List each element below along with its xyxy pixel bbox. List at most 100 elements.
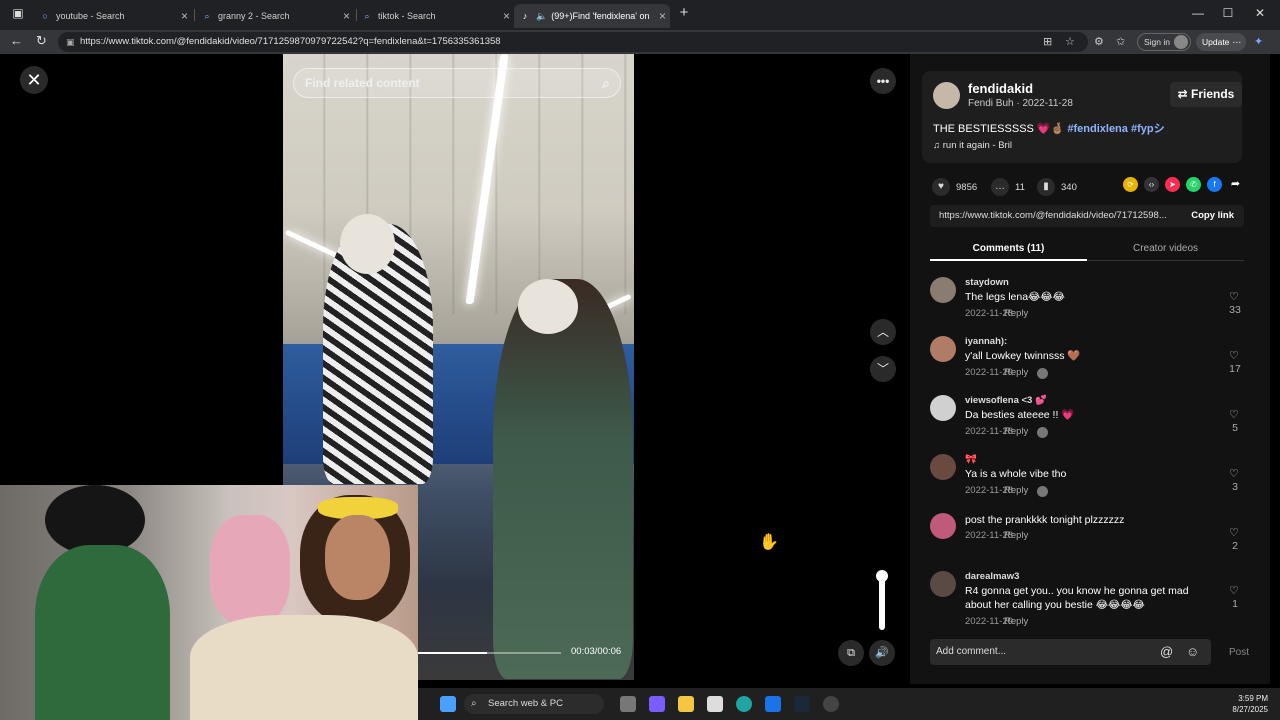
comment-like-icon[interactable]: ♡ [1229, 408, 1239, 421]
reply-button[interactable]: Reply [1004, 367, 1028, 378]
favorite-star-icon[interactable]: ☆ [1065, 35, 1075, 48]
update-button[interactable]: Update ⋯ [1196, 33, 1246, 51]
minimize-icon[interactable]: — [1188, 6, 1208, 20]
floating-player-button[interactable]: ⧉ [838, 640, 864, 666]
volume-button[interactable]: 🔊 [869, 640, 895, 666]
commenter-avatar[interactable] [930, 513, 956, 539]
comment-item: 🎀 Ya is a whole vibe tho 2022-11-28 Reply ♡ 3 [930, 454, 1250, 512]
share-link-url: https://www.tiktok.com/@fendidakid/video… [939, 210, 1167, 221]
tab-actions-icon[interactable]: ▣ [8, 6, 28, 20]
post-comment-button[interactable]: Post [1229, 647, 1249, 658]
previous-video-button[interactable]: ︿ [870, 319, 896, 345]
commenter-username[interactable]: darealmaw3 [965, 571, 1019, 582]
commenter-username[interactable]: iyannah): [965, 336, 1007, 347]
favorites-icon[interactable]: ✩ [1116, 35, 1125, 48]
commenter-username[interactable]: 🎀 [965, 454, 977, 465]
emoji-icon[interactable]: ☺ [1186, 639, 1199, 665]
webcam-blanket [190, 615, 418, 720]
commenter-username[interactable]: staydown [965, 277, 1009, 288]
save-stat[interactable]: ▮ 340 [1037, 178, 1077, 196]
video-progress-bar[interactable] [413, 652, 561, 654]
repost-icon[interactable]: ⟳ [1123, 177, 1138, 192]
sign-in-button[interactable]: Sign in [1137, 33, 1191, 51]
facebook-icon[interactable]: f [1207, 177, 1222, 192]
close-tab-icon[interactable]: × [659, 9, 666, 23]
file-explorer-icon[interactable] [678, 696, 694, 712]
outlook-icon[interactable] [765, 696, 781, 712]
comment-like-icon[interactable]: ♡ [1229, 349, 1239, 362]
friends-button[interactable]: ⇄ Friends [1170, 82, 1242, 107]
find-related-search[interactable]: Find related content ⌕ [293, 68, 621, 98]
edge-icon[interactable] [736, 696, 752, 712]
close-tab-icon[interactable]: × [503, 9, 510, 23]
volume-slider-knob[interactable] [876, 570, 888, 582]
close-video-button[interactable]: ✕ [20, 66, 48, 94]
next-video-button[interactable]: ﹀ [870, 356, 896, 382]
music-info[interactable]: ♫ run it again - Bril [933, 140, 1012, 151]
author-username[interactable]: fendidakid [968, 81, 1033, 96]
reply-button[interactable]: Reply [1004, 308, 1028, 319]
mention-icon[interactable]: @ [1160, 639, 1173, 665]
commenter-avatar[interactable] [930, 571, 956, 597]
embed-icon[interactable]: ‹› [1144, 177, 1159, 192]
copilot-icon[interactable]: ✦ [1254, 35, 1263, 48]
close-tab-icon[interactable]: × [181, 9, 188, 23]
profile-avatar-icon [1174, 35, 1188, 49]
share-link-box[interactable]: https://www.tiktok.com/@fendidakid/video… [930, 205, 1244, 227]
app-available-icon[interactable]: ⊞ [1043, 35, 1052, 48]
close-window-icon[interactable]: ✕ [1250, 6, 1270, 20]
maximize-icon[interactable]: ☐ [1218, 6, 1238, 20]
comment-like-icon[interactable]: ♡ [1229, 526, 1239, 539]
whatsapp-icon[interactable]: ✆ [1186, 177, 1201, 192]
tab-creator-videos[interactable]: Creator videos [1087, 243, 1244, 254]
reload-icon[interactable]: ↻ [36, 33, 47, 49]
new-tab-button[interactable]: + [674, 4, 694, 21]
browser-tab-youtube[interactable]: ○ youtube - Search × [34, 4, 192, 28]
search-icon[interactable]: ⌕ [602, 69, 610, 97]
tab-comments[interactable]: Comments (11) [930, 243, 1087, 254]
commenter-avatar[interactable] [930, 336, 956, 362]
comment-like-icon[interactable]: ♡ [1229, 290, 1239, 303]
comment-text: Da besties ateeee !! 💗 [965, 409, 1075, 421]
start-icon[interactable] [440, 696, 456, 712]
steam-icon[interactable] [794, 696, 810, 712]
copy-link-button[interactable]: Copy link [1191, 205, 1234, 227]
copilot-taskbar-icon[interactable] [649, 696, 665, 712]
browser-tab-granny[interactable]: ⌕ granny 2 - Search × [196, 4, 354, 28]
comment-icon[interactable]: … [991, 178, 1009, 196]
task-view-icon[interactable] [620, 696, 636, 712]
back-icon[interactable]: ← [10, 33, 23, 48]
more-options-button[interactable]: ••• [870, 68, 896, 94]
like-stat[interactable]: ♥ 9856 [932, 178, 977, 196]
commenter-avatar[interactable] [930, 395, 956, 421]
comment-like-icon[interactable]: ♡ [1229, 467, 1239, 480]
comment-like-icon[interactable]: ♡ [1229, 584, 1239, 597]
reply-button[interactable]: Reply [1004, 426, 1028, 437]
browser-tab-tiktok-search[interactable]: ⌕ tiktok - Search × [356, 4, 514, 28]
add-comment-input[interactable]: Add comment... @ ☺ [930, 639, 1211, 665]
author-avatar[interactable] [933, 82, 960, 109]
taskbar-search[interactable]: ⌕ Search web & PC [464, 694, 604, 714]
browser-tab-tiktok-video[interactable]: ♪ 🔈 (99+)Find 'fendixlena' on Tik × [514, 4, 670, 28]
taskbar-clock[interactable]: 3:59 PM 8/27/2025 [1232, 693, 1268, 715]
commenter-avatar[interactable] [930, 277, 956, 303]
heart-icon[interactable]: ♥ [932, 178, 950, 196]
settings-gear-icon[interactable] [823, 696, 839, 712]
commenter-avatar[interactable] [930, 454, 956, 480]
bookmark-icon[interactable]: ▮ [1037, 178, 1055, 196]
address-bar[interactable]: ▣ https://www.tiktok.com/@fendidakid/vid… [58, 32, 1088, 52]
caption-hashtags[interactable]: #fendixlena #fypシ [1067, 123, 1164, 135]
reply-button[interactable]: Reply [1004, 485, 1028, 496]
send-icon[interactable]: ➤ [1165, 177, 1180, 192]
reply-button[interactable]: Reply [1004, 616, 1028, 627]
reply-button[interactable]: Reply [1004, 530, 1028, 541]
share-arrow-icon[interactable]: ➦ [1228, 177, 1243, 192]
comment-stat[interactable]: … 11 [991, 178, 1025, 196]
close-tab-icon[interactable]: × [343, 9, 350, 23]
like-count: 9856 [956, 181, 978, 193]
extensions-icon[interactable]: ⚙ [1094, 35, 1104, 48]
store-icon[interactable] [707, 696, 723, 712]
volume-slider[interactable] [876, 570, 888, 630]
site-info-icon[interactable]: ▣ [66, 32, 75, 52]
commenter-username[interactable]: viewsoflena <3 💕 [965, 395, 1047, 406]
